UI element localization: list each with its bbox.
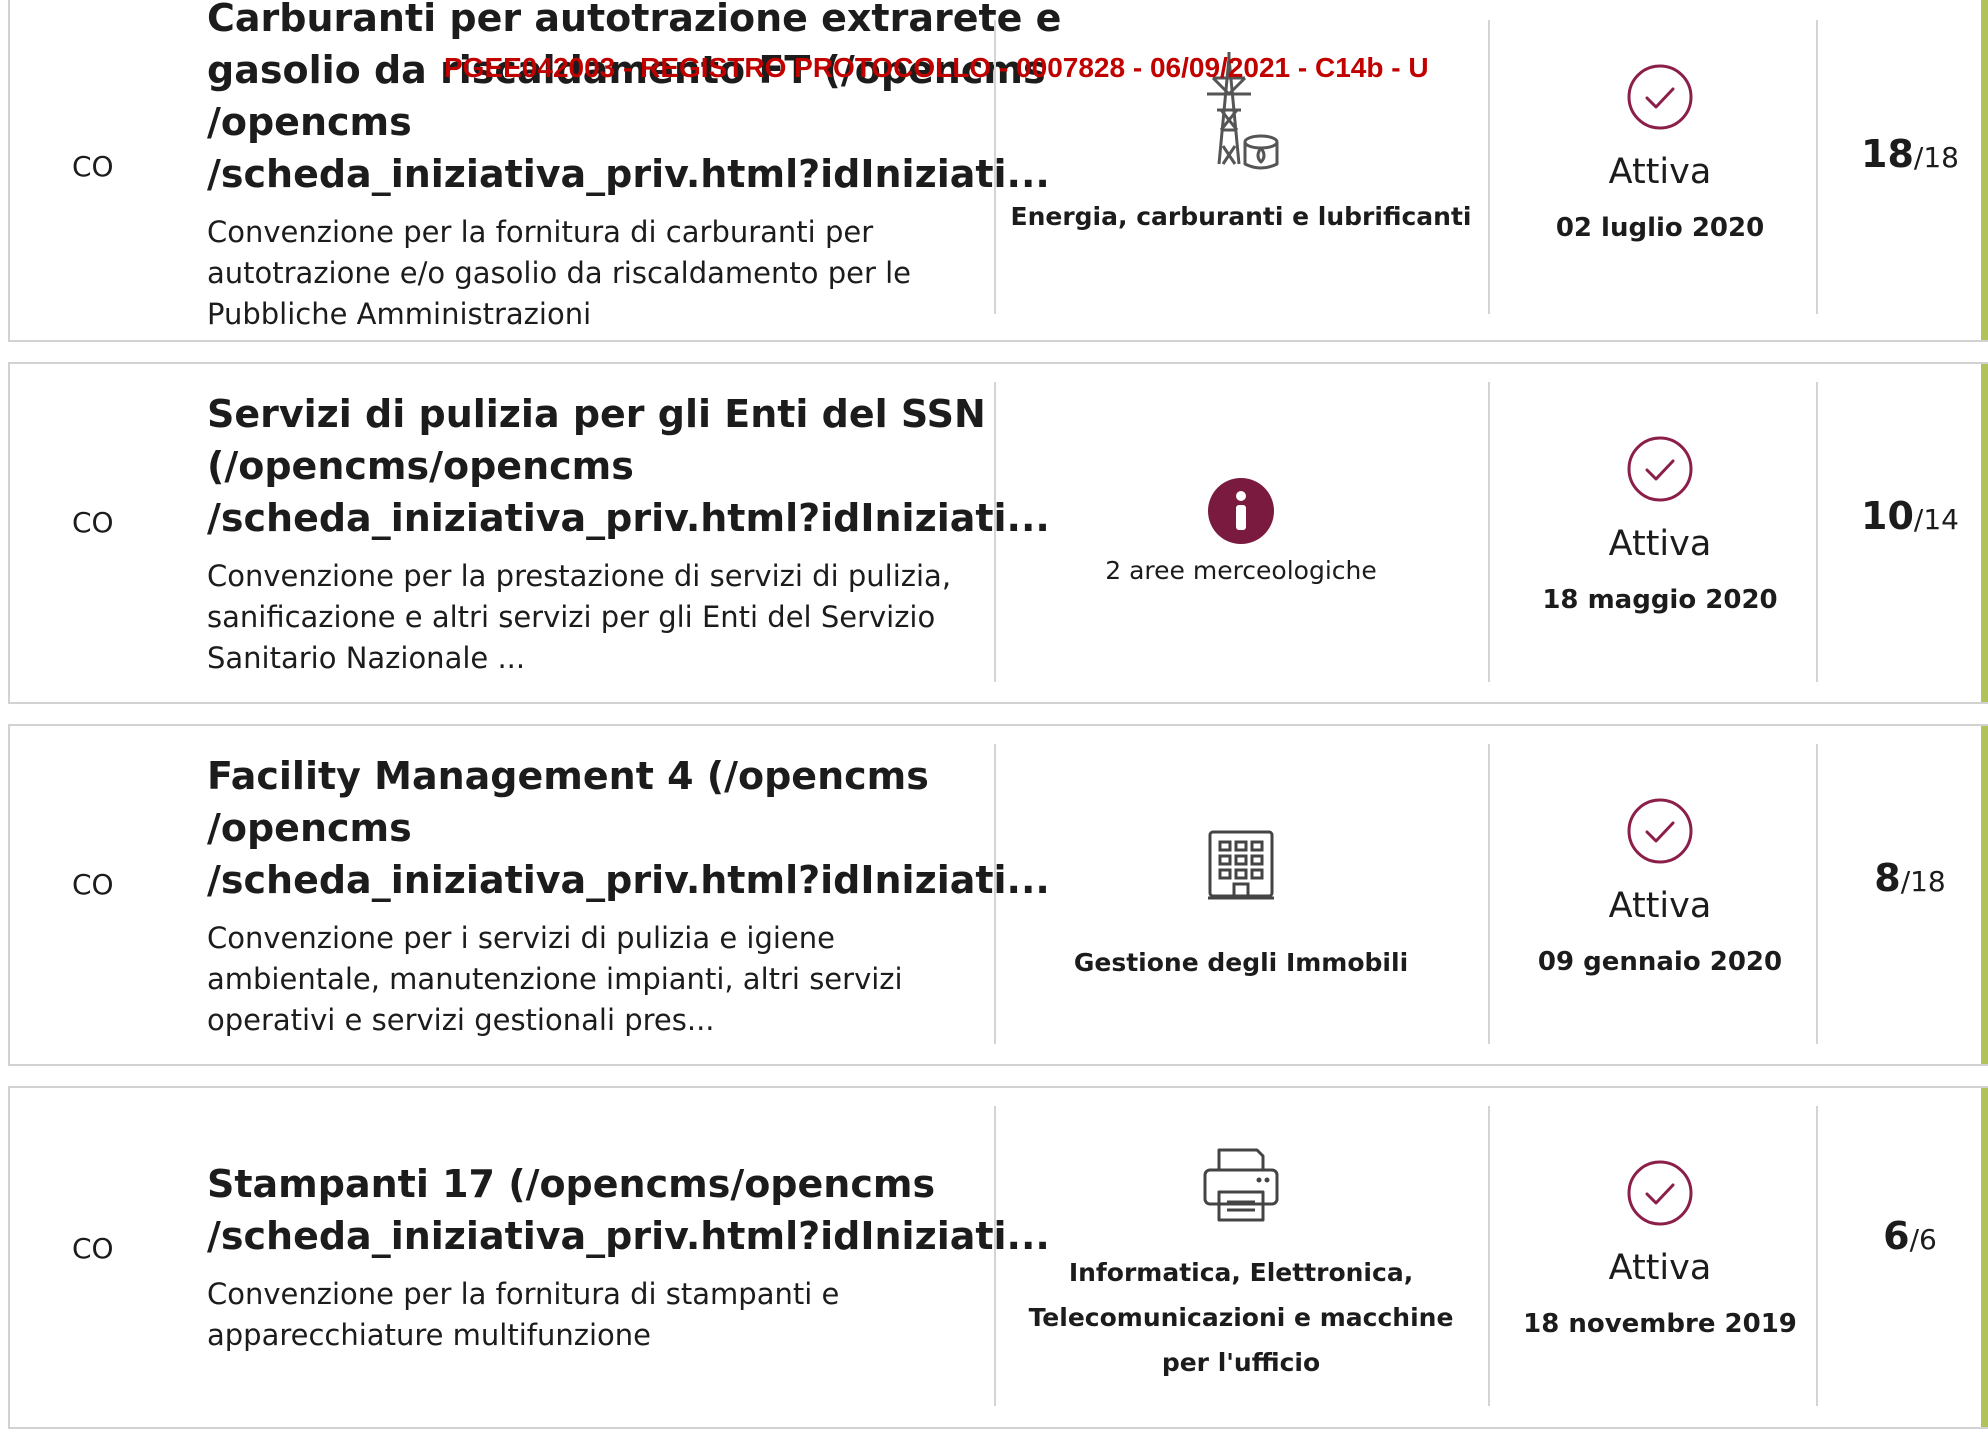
building-icon [1208,830,1274,900]
initiative-title-link[interactable]: Carburanti per autotrazione extrarete e … [207,0,1062,200]
column-divider [1816,20,1818,314]
count-current: 18 [1861,132,1914,176]
category-label: Gestione degli Immobili [1073,948,1409,977]
count-total: /6 [1909,1223,1937,1256]
count-current: 8 [1874,856,1901,900]
initiative-title-link[interactable]: Stampanti 17 (/opencms/opencms /scheda_i… [207,1158,1050,1262]
initiative-type: CO [72,506,114,539]
status-label: Attiva [1608,1248,1712,1288]
description-line: Convenzione per i servizi di pulizia e i… [207,921,835,955]
status-date: 02 luglio 2020 [1555,213,1765,243]
title-line: Carburanti per autotrazione extrarete e [207,0,1062,40]
title-line: Servizi di pulizia per gli Enti del SSN [207,392,986,436]
quota-count: 6/6 [1830,1214,1988,1258]
check-circle-icon [1627,436,1693,502]
status-label: Attiva [1608,886,1712,926]
count-total: /18 [1913,141,1959,174]
status-label: Attiva [1608,524,1712,564]
description-line: Convenzione per la prestazione di serviz… [207,559,952,593]
title-line: /opencms [207,806,412,850]
initiative-description: Convenzione per la fornitura di stampant… [207,1274,987,1356]
category-label: 2 aree merceologiche [1105,556,1377,585]
title-line: /opencms [207,100,412,144]
initiative-type: CO [72,1232,114,1265]
initiative-description: Convenzione per la fornitura di carburan… [207,212,987,335]
column-divider [1488,744,1490,1044]
initiative-card: CO Facility Management 4 (/opencms /open… [8,724,1988,1066]
count-total: /14 [1913,503,1959,536]
quota-count: 18/18 [1830,132,1988,176]
title-line: Facility Management 4 (/opencms [207,754,929,798]
title-line: /scheda_iniziativa_priv.html?idIniziati.… [207,858,1050,902]
initiative-description: Convenzione per la prestazione di serviz… [207,556,987,679]
description-line: operativi e servizi gestionali pres... [207,1003,715,1037]
column-divider [1816,744,1818,1044]
count-current: 6 [1883,1214,1910,1258]
category-label-line: per l'ufficio [1161,1348,1321,1377]
initiative-type: CO [72,868,114,901]
description-line: Pubbliche Amministrazioni [207,297,592,331]
status-date: 18 maggio 2020 [1542,585,1778,615]
status-date: 09 gennaio 2020 [1537,947,1783,977]
status-label: Attiva [1608,152,1712,192]
check-circle-icon [1627,798,1693,864]
title-line: /scheda_iniziativa_priv.html?idIniziati.… [207,152,1050,196]
quota-count: 10/14 [1830,494,1988,538]
description-line: apparecchiature multifunzione [207,1318,652,1352]
title-line: Stampanti 17 (/opencms/opencms [207,1162,936,1206]
initiative-card: CO Servizi di pulizia per gli Enti del S… [8,362,1988,704]
category-label-line: Informatica, Elettronica, [1068,1258,1414,1287]
printer-icon [1203,1148,1279,1222]
description-line: Convenzione per la fornitura di carburan… [207,215,874,249]
title-line: (/opencms/opencms [207,444,634,488]
column-divider [1816,1106,1818,1406]
description-line: ambientale, manutenzione impianti, altri… [207,962,903,996]
column-divider [1488,382,1490,682]
count-current: 10 [1861,494,1914,538]
title-line: /scheda_iniziativa_priv.html?idIniziati.… [207,496,1050,540]
count-total: /18 [1900,865,1946,898]
info-icon[interactable] [1208,478,1274,544]
column-divider [1488,1106,1490,1406]
column-divider [1816,382,1818,682]
category-label: Energia, carburanti e lubrificanti [1010,202,1472,231]
protocol-stamp: PGEE042003 - REGISTRO PROTOCOLLO - 00078… [444,52,1429,83]
description-line: autotrazione e/o gasolio da riscaldament… [207,256,912,290]
initiative-description: Convenzione per i servizi di pulizia e i… [207,918,987,1041]
quota-count: 8/18 [1830,856,1988,900]
initiative-title-link[interactable]: Facility Management 4 (/opencms /opencms… [207,750,1050,906]
check-circle-icon [1627,1160,1693,1226]
description-line: Convenzione per la fornitura di stampant… [207,1277,840,1311]
initiative-title-link[interactable]: Servizi di pulizia per gli Enti del SSN … [207,388,1050,544]
status-date: 18 novembre 2019 [1523,1309,1797,1339]
description-line: sanificazione e altri servizi per gli En… [207,600,936,634]
initiative-card: CO Stampanti 17 (/opencms/opencms /sched… [8,1086,1988,1429]
check-circle-icon [1627,64,1693,130]
description-line: Sanitario Nazionale ... [207,641,526,675]
initiative-type: CO [72,150,114,183]
column-divider [1488,20,1490,314]
title-line: /scheda_iniziativa_priv.html?idIniziati.… [207,1214,1050,1258]
category-label-line: Telecomunicazioni e macchine [1028,1303,1454,1332]
